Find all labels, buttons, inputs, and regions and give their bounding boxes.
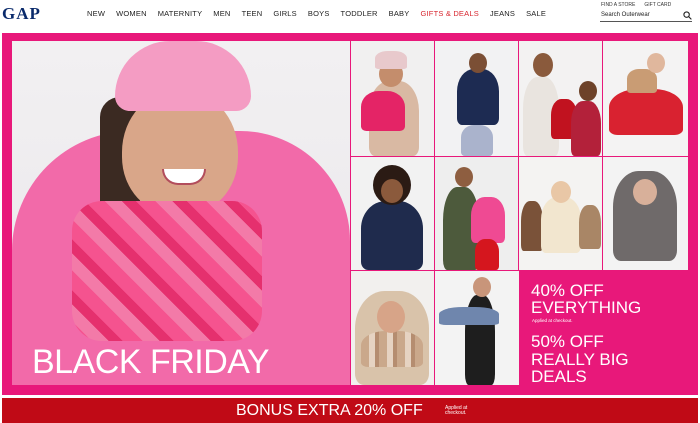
nav-new[interactable]: NEW [87,9,105,18]
nav-teen[interactable]: TEEN [242,9,263,18]
search-placeholder: Search Outerwear [601,12,650,18]
photo-baby-bear-suit[interactable] [519,157,602,270]
gap-logo[interactable]: GAP [2,4,41,24]
promo-50-off: 50% OFF [531,332,604,351]
nav-jeans[interactable]: JEANS [490,9,515,18]
nav-girls[interactable]: GIRLS [273,9,297,18]
promo-really-big-deals: REALLY BIG DEALS [531,350,629,386]
photo-family-pajamas[interactable] [519,41,602,156]
find-store-link[interactable]: FIND A STORE [601,2,635,8]
photo-man-navy-snow[interactable] [435,41,518,156]
hero-photo-woman-pink-hat: BLACK FRIDAY [12,41,350,385]
nav-sale[interactable]: SALE [526,9,546,18]
promo-40-off: 40% OFF [531,281,604,300]
photo-couple-lift[interactable] [435,271,519,385]
gift-card-link[interactable]: GIFT CARD [644,2,671,8]
photo-girl-plaid-scarf[interactable] [351,271,434,385]
bonus-banner[interactable]: BONUS EXTRA 20% OFF Applied at checkout. [2,398,698,423]
photo-couple-hug[interactable] [435,157,518,270]
pink-beanie-shape [115,41,251,111]
pink-scarf-shape [72,201,262,341]
photo-woman-red-pajamas-dog[interactable] [603,41,688,156]
nav-toddler[interactable]: TODDLER [341,9,378,18]
search-icon[interactable] [683,11,692,20]
site-header: GAP NEW WOMEN MATERNITY MEN TEEN GIRLS B… [0,0,700,30]
nav-men[interactable]: MEN [213,9,230,18]
nav-maternity[interactable]: MATERNITY [158,9,203,18]
search-input[interactable]: Search Outerwear [600,11,692,22]
utility-links: FIND A STORE GIFT CARD [601,2,671,8]
promo-box[interactable]: 40% OFF EVERYTHING Applied at checkout. … [520,271,688,385]
black-friday-headline: BLACK FRIDAY [32,343,270,381]
nav-baby[interactable]: BABY [389,9,410,18]
main-nav: NEW WOMEN MATERNITY MEN TEEN GIRLS BOYS … [87,9,557,18]
bonus-text: BONUS EXTRA 20% OFF [236,402,423,419]
promo-note: Applied at checkout. [532,318,573,323]
photo-boy-navy-hoodie[interactable] [351,157,434,270]
nav-boys[interactable]: BOYS [308,9,330,18]
bonus-note: Applied at checkout. [445,405,468,416]
nav-gifts-deals[interactable]: GIFTS & DEALS [420,9,478,18]
photo-girl-pink-scarf[interactable] [351,41,434,156]
promo-everything: EVERYTHING [531,298,642,317]
nav-women[interactable]: WOMEN [116,9,147,18]
black-friday-hero[interactable]: BLACK FRIDAY 40% OFF EVERYTHING Applied … [2,33,698,395]
photo-girl-puffer-jacket[interactable] [603,157,688,270]
